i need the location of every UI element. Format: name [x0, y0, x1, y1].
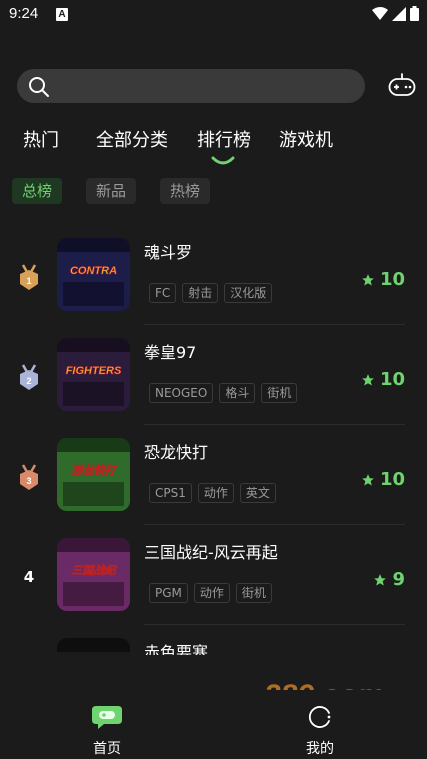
search-icon — [29, 77, 49, 97]
profile-icon — [309, 706, 331, 728]
svg-text:2: 2 — [26, 376, 31, 386]
game-tag: 汉化版 — [224, 283, 273, 303]
wifi-icon — [372, 6, 388, 20]
game-tag: FC — [149, 283, 177, 303]
game-title[interactable]: 恐龙快打 — [144, 439, 208, 463]
game-tags: NEOGEO 格斗 街机 — [149, 383, 298, 403]
game-row[interactable]: 5KONAMI赤色要塞 — [0, 625, 427, 655]
notification-icon: A — [56, 8, 68, 21]
svg-text:FIGHTERS: FIGHTERS — [66, 365, 122, 377]
game-cover[interactable]: CONTRA — [57, 238, 130, 311]
game-score: 10 — [361, 369, 405, 390]
game-tag: 格斗 — [219, 383, 256, 403]
tab-all-categories[interactable]: 全部分类 — [96, 126, 168, 152]
tab-consoles[interactable]: 游戏机 — [279, 126, 333, 152]
search-input[interactable] — [17, 69, 365, 103]
svg-text:1: 1 — [26, 276, 31, 286]
nav-mine[interactable]: 我的 — [280, 704, 360, 758]
tab-hot[interactable]: 热门 — [23, 126, 59, 152]
game-tag: CPS1 — [149, 483, 192, 503]
nav-home-label: 首页 — [93, 741, 121, 757]
game-tag: NEOGEO — [149, 383, 214, 403]
game-title[interactable]: 赤色要塞 — [144, 639, 208, 655]
game-tags: PGM 动作 街机 — [149, 583, 272, 603]
svg-text:3: 3 — [26, 476, 31, 486]
game-title[interactable]: 魂斗罗 — [144, 239, 192, 263]
battery-icon — [410, 6, 419, 21]
game-score: 10 — [361, 469, 405, 490]
nav-mine-label: 我的 — [306, 741, 334, 757]
game-title[interactable]: 三国战纪-风云再起 — [144, 539, 278, 563]
game-tag: 射击 — [182, 283, 219, 303]
game-row[interactable]: 3 恐龙快打 恐龙快打 CPS1 动作 英文 10 — [0, 425, 427, 525]
game-score: 10 — [361, 269, 405, 290]
game-cover[interactable]: FIGHTERS — [57, 338, 130, 411]
star-icon — [362, 373, 374, 386]
status-bar: 9:24 A — [0, 0, 427, 30]
game-tag: 动作 — [193, 583, 230, 603]
rank-medal-icon: 2 — [17, 362, 41, 392]
game-tag: 动作 — [197, 483, 234, 503]
status-icons — [372, 6, 419, 21]
star-icon — [362, 473, 374, 486]
search-row — [17, 69, 417, 103]
game-title[interactable]: 拳皇97 — [144, 339, 196, 363]
game-tag: 英文 — [239, 483, 276, 503]
nav-home[interactable]: 首页 — [67, 704, 147, 758]
game-cover[interactable]: 恐龙快打 — [57, 438, 130, 511]
score-value: 9 — [392, 569, 405, 590]
game-row[interactable]: 4 三国战纪 三国战纪-风云再起 PGM 动作 街机 9 — [0, 525, 427, 625]
svg-text:CONTRA: CONTRA — [70, 265, 117, 277]
filter-overall[interactable]: 总榜 — [12, 178, 63, 204]
gamepad-icon[interactable] — [388, 72, 416, 98]
game-tags: FC 射击 汉化版 — [149, 283, 273, 303]
game-cover[interactable]: KONAMI — [57, 638, 130, 655]
game-tag: PGM — [149, 583, 188, 603]
score-value: 10 — [379, 269, 405, 290]
star-icon — [362, 273, 374, 286]
game-row[interactable]: 2 FIGHTERS 拳皇97 NEOGEO 格斗 街机 10 — [0, 325, 427, 425]
svg-text:恐龙快打: 恐龙快打 — [72, 464, 118, 477]
signal-icon — [392, 6, 406, 21]
score-value: 10 — [379, 469, 405, 490]
tab-ranking[interactable]: 排行榜 — [197, 126, 251, 152]
game-tag: 街机 — [235, 583, 272, 603]
game-cover[interactable]: 三国战纪 — [57, 538, 130, 611]
rank-medal-icon: 3 — [17, 462, 41, 492]
score-value: 10 — [379, 369, 405, 390]
game-row[interactable]: 1 CONTRA 魂斗罗 FC 射击 汉化版 10 — [0, 225, 427, 325]
game-tags: CPS1 动作 英文 — [149, 483, 276, 503]
star-icon — [374, 573, 387, 586]
rank-medal-icon: 1 — [17, 262, 41, 292]
rank-number: 4 — [23, 568, 35, 586]
tab-active-indicator — [211, 156, 235, 165]
game-tag: 街机 — [261, 383, 298, 403]
filter-new[interactable]: 新品 — [86, 178, 137, 204]
game-score: 9 — [373, 569, 405, 590]
svg-text:三国战纪: 三国战纪 — [72, 564, 118, 577]
filter-trending[interactable]: 热榜 — [160, 178, 211, 204]
home-icon — [92, 706, 122, 729]
bottom-nav: 首页 我的 — [0, 690, 427, 759]
game-ranking-list[interactable]: 1 CONTRA 魂斗罗 FC 射击 汉化版 10 2 FIGHTERS 拳皇97 NEOGEO 格斗… — [0, 225, 427, 655]
status-time: 9:24 — [9, 5, 39, 22]
category-tabs: 热门 全部分类 排行榜 游戏机 — [0, 126, 427, 166]
